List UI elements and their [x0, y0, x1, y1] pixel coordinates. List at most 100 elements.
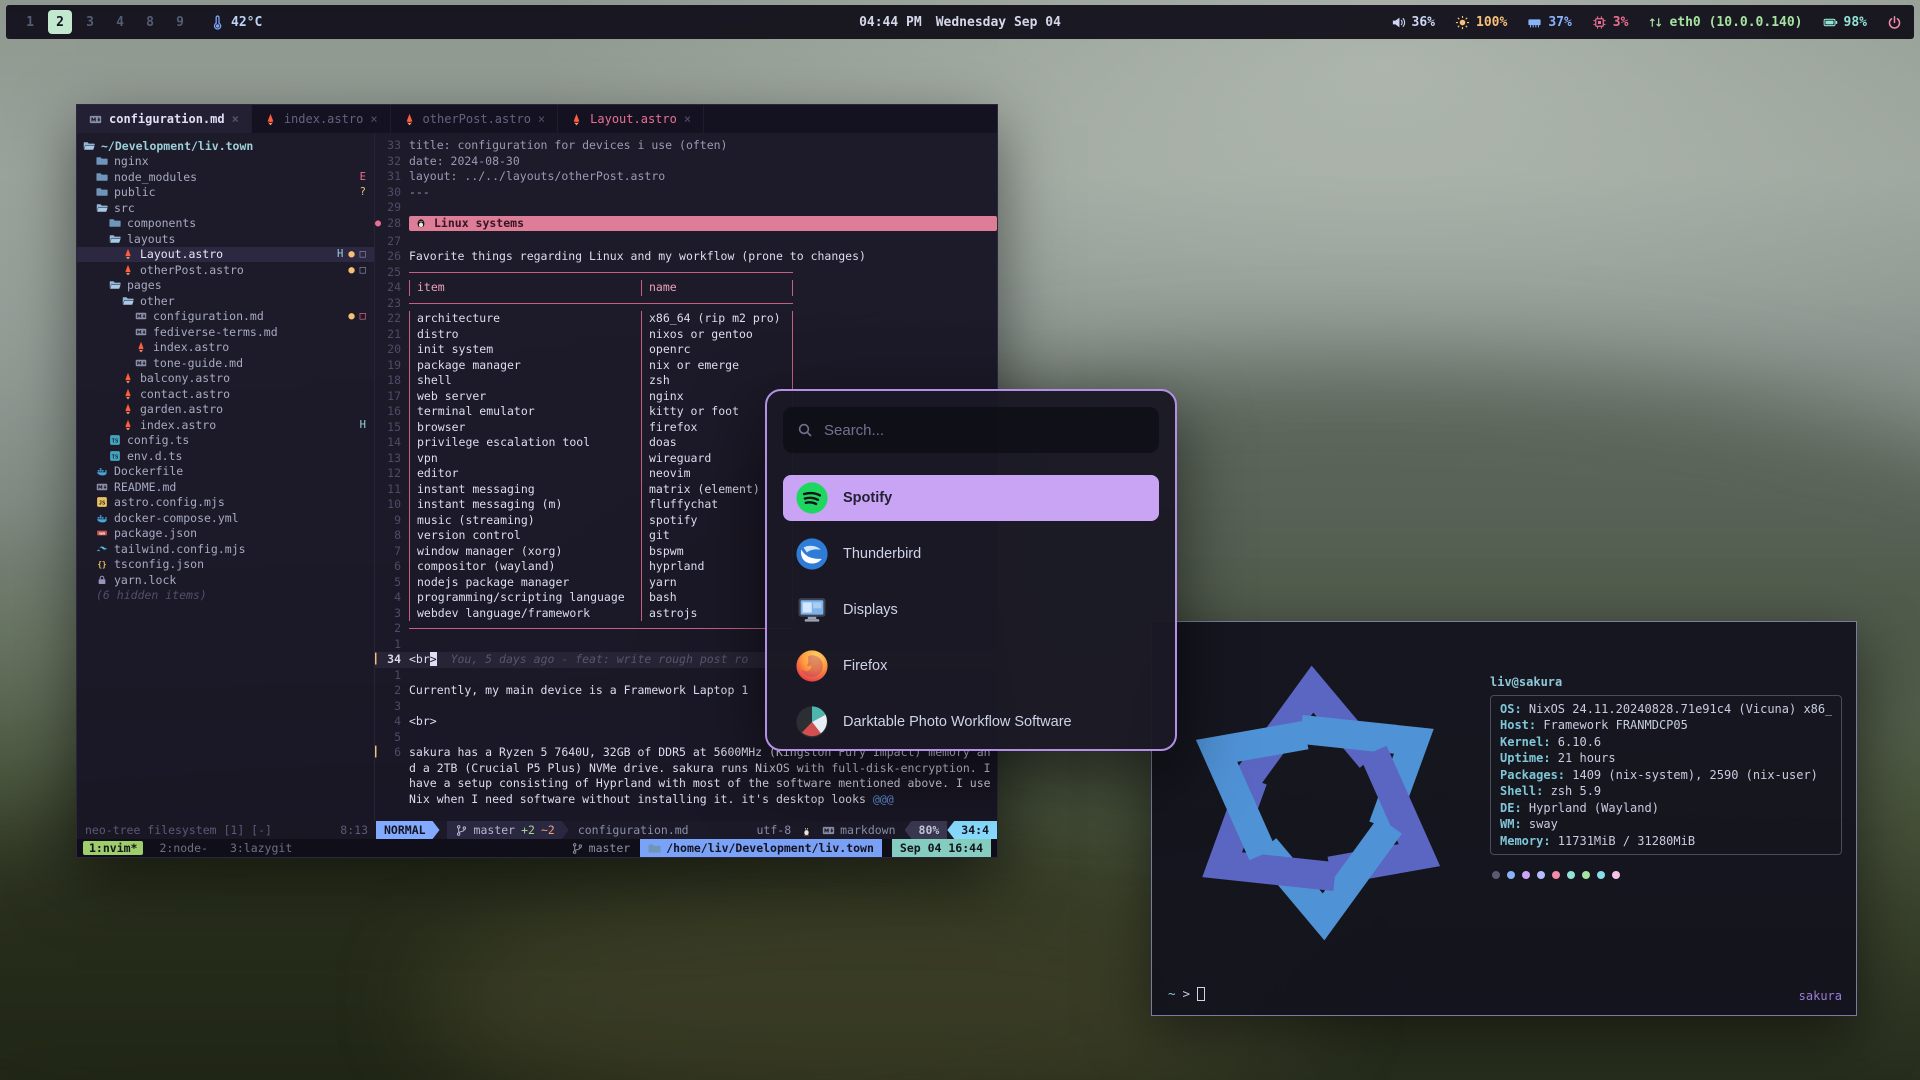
editor-line[interactable]: ●28Linux systems	[375, 216, 997, 234]
launcher-item[interactable]: Displays	[783, 587, 1159, 633]
prompt-path: ~	[1168, 986, 1176, 1001]
tree-item[interactable]: (6 hidden items)	[77, 588, 374, 604]
tab-Layout.astro[interactable]: Layout.astro×	[558, 105, 704, 133]
launcher-item[interactable]: Thunderbird	[783, 531, 1159, 577]
tree-item[interactable]: components	[77, 216, 374, 232]
tree-item[interactable]: src	[77, 200, 374, 216]
statusbar-module-cpu[interactable]: 3%	[1592, 15, 1629, 30]
tree-item[interactable]: Dockerfile	[77, 464, 374, 480]
tab-index.astro[interactable]: index.astro×	[252, 105, 391, 133]
editor-line[interactable]: 25	[375, 265, 997, 281]
tree-item[interactable]: fediverse-terms.md	[77, 324, 374, 340]
file-icon	[96, 543, 108, 555]
tree-item-label: index.astro	[153, 340, 229, 354]
editor-line[interactable]: 29	[375, 200, 997, 216]
statusbar-module-memory[interactable]: 37%	[1527, 15, 1571, 30]
table-cell: distro	[409, 327, 641, 343]
launcher-item-label: Darktable Photo Workflow Software	[843, 714, 1072, 730]
editor-line[interactable]: 31layout: ../../layouts/otherPost.astro	[375, 169, 997, 185]
tree-item[interactable]: {}tsconfig.json	[77, 557, 374, 573]
tree-item[interactable]: tone-guide.md	[77, 355, 374, 371]
clock-date: Wednesday Sep 04	[936, 15, 1061, 30]
tree-item[interactable]: JSastro.config.mjs	[77, 495, 374, 511]
file-icon	[122, 372, 134, 384]
editor-line[interactable]: 33title: configuration for devices i use…	[375, 138, 997, 154]
tree-item[interactable]: yarn.lock	[77, 572, 374, 588]
tree-item[interactable]: node_modulesE	[77, 169, 374, 185]
workspace-button[interactable]: 3	[78, 10, 102, 34]
file-icon: TS	[109, 434, 121, 446]
tree-item[interactable]: configuration.md●□	[77, 309, 374, 325]
editor-line[interactable]: 27	[375, 234, 997, 250]
editor-line[interactable]: 22architecturex86_64 (rip m2 pro)	[375, 311, 997, 327]
file-icon	[122, 264, 134, 276]
tree-item-label: src	[114, 201, 135, 215]
tree-item[interactable]: public?	[77, 185, 374, 201]
launcher-item[interactable]: Darktable Photo Workflow Software	[783, 699, 1159, 745]
tree-item[interactable]: nginx	[77, 154, 374, 170]
line-content: Favorite things regarding Linux and my w…	[409, 249, 997, 265]
editor-line[interactable]: 32date: 2024-08-30	[375, 154, 997, 170]
power-button[interactable]	[1887, 15, 1902, 30]
line-content: shellzsh	[409, 373, 997, 389]
fetch-line: Host: Framework FRANMDCP05	[1500, 717, 1832, 734]
editor-line[interactable]: 20init systemopenrc	[375, 342, 997, 358]
statusbar-module-network[interactable]: eth0 (10.0.0.140)	[1648, 15, 1802, 30]
editor-line[interactable]: 21distronixos or gentoo	[375, 327, 997, 343]
fetch-value: 6.10.6	[1551, 735, 1602, 749]
workspace-button[interactable]: 4	[108, 10, 132, 34]
tree-item[interactable]: pages	[77, 278, 374, 294]
statusbar-module-brightness[interactable]: 100%	[1455, 15, 1507, 30]
close-tab-icon[interactable]: ×	[370, 112, 377, 126]
tree-item[interactable]: index.astro	[77, 340, 374, 356]
tab-configuration.md[interactable]: configuration.md×	[77, 105, 252, 133]
tree-item[interactable]: TSenv.d.ts	[77, 448, 374, 464]
table-cell: editor	[409, 466, 641, 482]
scroll-percent: 80%	[905, 821, 948, 839]
tree-item[interactable]: ~/Development/liv.town	[77, 138, 374, 154]
tmux-window[interactable]: 2:node-	[153, 841, 213, 855]
table-cell: music (streaming)	[409, 513, 641, 529]
tree-item[interactable]: otherPost.astro●□	[77, 262, 374, 278]
tmux-window[interactable]: 3:lazygit	[224, 841, 298, 855]
tree-item[interactable]: docker-compose.yml	[77, 510, 374, 526]
tmux-window[interactable]: 1:nvim*	[83, 841, 143, 855]
tree-item[interactable]: balcony.astro	[77, 371, 374, 387]
editor-line[interactable]: 19package managernix or emerge	[375, 358, 997, 374]
terminal-window[interactable]: liv@sakura OS: NixOS 24.11.20240828.71e9…	[1151, 621, 1857, 1016]
tree-item[interactable]: layouts	[77, 231, 374, 247]
tree-item[interactable]: README.md	[77, 479, 374, 495]
statusbar-module-battery[interactable]: 98%	[1823, 15, 1867, 30]
tree-item[interactable]: index.astroH	[77, 417, 374, 433]
statusbar-module-temperature[interactable]: 42°C	[210, 15, 262, 30]
close-tab-icon[interactable]: ×	[232, 112, 239, 126]
shell-prompt[interactable]: ~ >	[1168, 986, 1205, 1001]
editor-line[interactable]: 24itemname	[375, 280, 997, 296]
tree-item[interactable]: Layout.astroH●□	[77, 247, 374, 263]
tree-item[interactable]: garden.astro	[77, 402, 374, 418]
tree-item[interactable]: npmpackage.json	[77, 526, 374, 542]
tree-item[interactable]: TSconfig.ts	[77, 433, 374, 449]
workspace-button[interactable]: 1	[18, 10, 42, 34]
lualine: NORMAL master +2 ~2 configuration.md utf…	[376, 821, 997, 839]
tab-otherPost.astro[interactable]: otherPost.astro×	[391, 105, 559, 133]
search-input[interactable]	[824, 422, 1145, 439]
editor-line[interactable]: 18shellzsh	[375, 373, 997, 389]
workspace-button[interactable]: 8	[138, 10, 162, 34]
tree-item[interactable]: contact.astro	[77, 386, 374, 402]
editor-line[interactable]: 23	[375, 296, 997, 312]
clock[interactable]: 04:44 PM Wednesday Sep 04	[859, 15, 1061, 30]
tree-item[interactable]: other	[77, 293, 374, 309]
statusbar-module-volume[interactable]: 36%	[1391, 15, 1435, 30]
launcher-item[interactable]: Spotify	[783, 475, 1159, 521]
editor-line[interactable]: 26Favorite things regarding Linux and my…	[375, 249, 997, 265]
search-box[interactable]	[783, 407, 1159, 453]
workspace-button[interactable]: 2	[48, 10, 72, 34]
editor-line[interactable]: ▎6sakura has a Ryzen 5 7640U, 32GB of DD…	[375, 745, 997, 807]
close-tab-icon[interactable]: ×	[538, 112, 545, 126]
editor-line[interactable]: 30---	[375, 185, 997, 201]
workspace-button[interactable]: 9	[168, 10, 192, 34]
close-tab-icon[interactable]: ×	[684, 112, 691, 126]
launcher-item[interactable]: Firefox	[783, 643, 1159, 689]
tree-item[interactable]: tailwind.config.mjs	[77, 541, 374, 557]
